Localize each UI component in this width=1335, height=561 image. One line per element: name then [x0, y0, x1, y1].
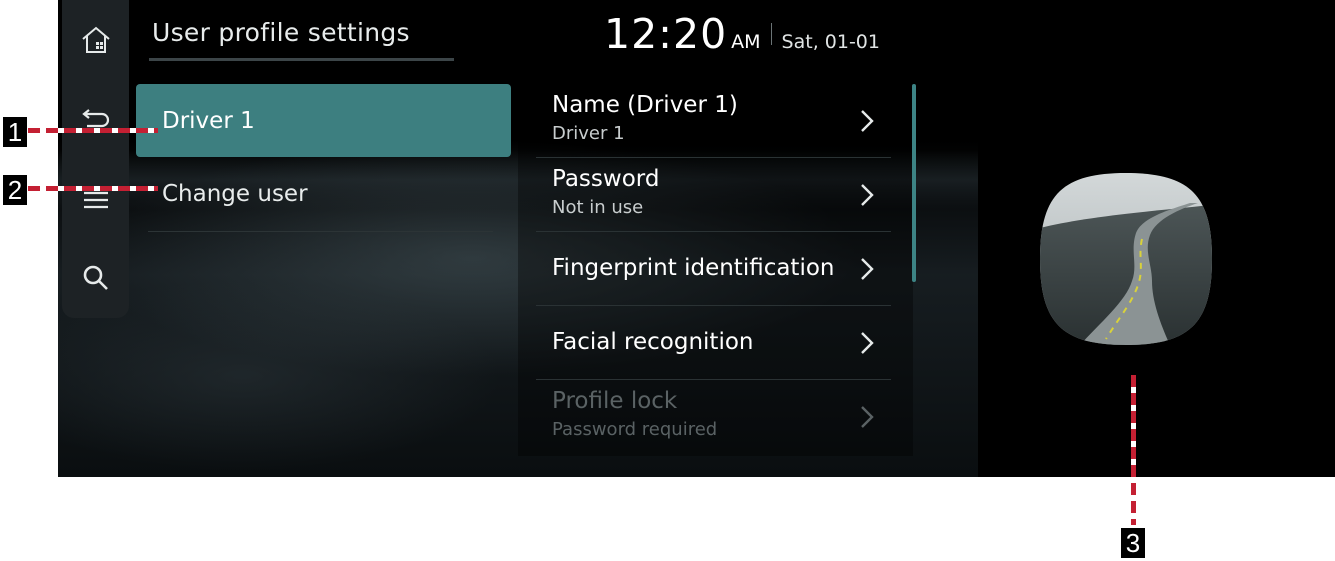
clock-ampm: AM [731, 31, 761, 53]
setting-row-title: Profile lock [552, 388, 678, 414]
menu-divider [148, 231, 493, 232]
home-icon [81, 26, 110, 53]
infotainment-screen: User profile settings 12:20 AM Sat, 01-0… [58, 0, 1335, 477]
chevron-right-icon [861, 406, 874, 428]
page-title: User profile settings [152, 18, 410, 47]
clock-separator [770, 23, 772, 45]
clock-date: Sat, 01-01 [781, 31, 880, 53]
setting-row-title: Password [552, 166, 660, 192]
callout-line-1 [28, 128, 158, 133]
callout-number-2: 2 [3, 175, 27, 205]
chevron-right-icon [861, 110, 874, 132]
setting-row-fingerprint[interactable]: Fingerprint identification [536, 232, 889, 305]
setting-row-subtitle: Driver 1 [552, 123, 625, 144]
title-underline [149, 58, 454, 61]
search-button[interactable] [62, 248, 129, 308]
setting-row-subtitle: Not in use [552, 197, 644, 218]
callout-line-2 [28, 186, 158, 191]
chevron-right-icon [861, 184, 874, 206]
chevron-right-icon [861, 332, 874, 354]
menu-item-change-user[interactable]: Change user [136, 157, 511, 230]
callout-line-3 [1131, 375, 1136, 525]
menu-item-label: Driver 1 [162, 107, 255, 134]
side-nav [62, 0, 129, 318]
scrollbar[interactable] [912, 84, 916, 282]
home-button[interactable] [62, 10, 129, 70]
menu-button[interactable] [62, 170, 129, 230]
menu-item-label: Change user [162, 180, 308, 207]
setting-row-name[interactable]: Name (Driver 1) Driver 1 [536, 84, 889, 157]
search-icon [83, 265, 108, 290]
setting-row-password[interactable]: Password Not in use [536, 158, 889, 231]
clock: 12:20 AM Sat, 01-01 [604, 10, 880, 58]
setting-row-title: Facial recognition [552, 329, 754, 355]
setting-row-facial-recognition[interactable]: Facial recognition [536, 306, 889, 379]
back-button[interactable] [62, 88, 129, 148]
setting-row-profile-lock: Profile lock Password required [536, 380, 889, 453]
clock-time: 12:20 [604, 10, 728, 58]
callout-number-3: 3 [1121, 528, 1145, 558]
menu-item-driver-1[interactable]: Driver 1 [136, 84, 511, 157]
setting-row-subtitle: Password required [552, 419, 718, 440]
setting-row-title: Name (Driver 1) [552, 92, 738, 118]
setting-row-title: Fingerprint identification [552, 255, 835, 281]
callout-number-1: 1 [3, 117, 27, 147]
chevron-right-icon [861, 258, 874, 280]
profile-image[interactable] [1040, 173, 1212, 345]
